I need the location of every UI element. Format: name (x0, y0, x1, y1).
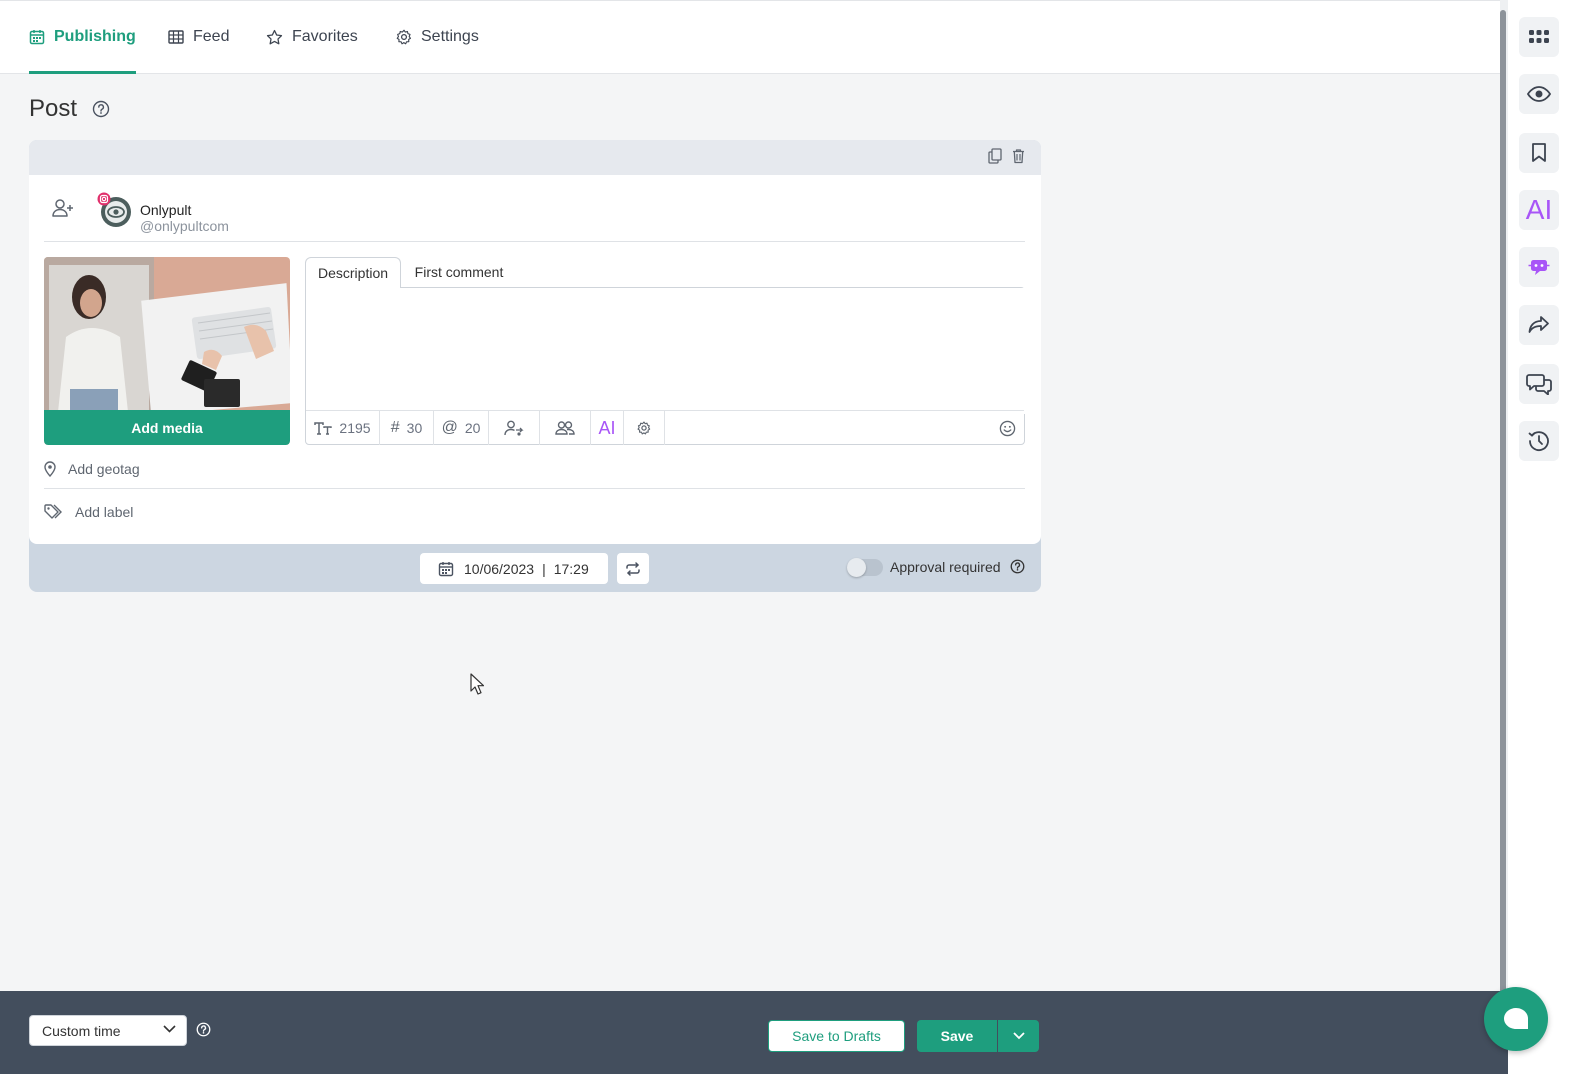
divider (44, 488, 1025, 489)
save-options-button[interactable] (998, 1020, 1039, 1052)
user-tag-icon (504, 420, 524, 436)
add-media-button[interactable]: Add media (44, 410, 290, 445)
toggle-knob (847, 558, 866, 577)
schedule-date-picker[interactable]: 10/06/2023 | 17:29 (420, 553, 608, 584)
bookmarks-button[interactable] (1519, 133, 1559, 173)
tab-description[interactable]: Description (305, 257, 401, 288)
eye-icon (1527, 86, 1551, 102)
save-to-drafts-button[interactable]: Save to Drafts (768, 1020, 905, 1052)
char-counter[interactable]: 2195 (306, 411, 380, 445)
grid-icon (168, 29, 184, 45)
tab-first-comment[interactable]: First comment (404, 257, 514, 287)
add-account-icon[interactable] (52, 198, 74, 218)
tab-settings[interactable]: Settings (396, 1, 479, 73)
add-geotag-label: Add geotag (68, 461, 140, 477)
repeat-button[interactable] (617, 553, 649, 584)
share-icon (1528, 316, 1550, 334)
tag-user-button[interactable] (489, 411, 540, 445)
text-size-icon (314, 421, 333, 435)
account-avatar[interactable] (96, 192, 132, 228)
chevron-down-icon (1012, 1032, 1025, 1040)
add-label-label: Add label (75, 504, 134, 520)
chatbot-icon (1528, 257, 1550, 277)
mouse-cursor-icon (470, 673, 484, 695)
gear-icon (396, 29, 412, 45)
add-geotag-link[interactable]: Add geotag (44, 461, 140, 477)
schedule-time: 17:29 (553, 560, 589, 577)
date-time-separator: | (542, 560, 546, 577)
history-button[interactable] (1519, 421, 1559, 461)
repeat-icon (625, 561, 641, 577)
comments-icon (1526, 373, 1552, 395)
hashtag-icon: # (390, 419, 400, 436)
apps-grid-icon (1529, 30, 1549, 44)
users-icon (555, 420, 575, 436)
time-mode-value: Custom time (42, 1022, 121, 1039)
schedule-date: 10/06/2023 (464, 560, 535, 577)
tab-feed[interactable]: Feed (168, 1, 229, 73)
add-label-link[interactable]: Add label (44, 504, 133, 520)
calendar-icon (29, 29, 45, 45)
card-body: Onlypult @onlypultcom Add media Descript… (29, 175, 1041, 544)
approval-toggle[interactable] (847, 558, 883, 577)
page-title: Post (29, 95, 78, 122)
tab-label: Settings (421, 28, 479, 45)
star-icon (266, 29, 283, 46)
share-button[interactable] (1519, 305, 1559, 345)
scrollbar-thumb[interactable] (1500, 10, 1506, 1050)
gear-icon (637, 421, 651, 435)
time-mode-select[interactable]: Custom time (29, 1015, 187, 1046)
hashtag-count: 30 (406, 420, 423, 436)
save-button[interactable]: Save (917, 1020, 997, 1052)
apps-button[interactable] (1519, 17, 1559, 57)
trash-icon[interactable] (1012, 148, 1025, 164)
scrollbar[interactable] (1500, 0, 1508, 1074)
editor-toolbar: 2195 # 30 @ 20 AI (306, 410, 1024, 445)
collaborators-button[interactable] (540, 411, 591, 445)
at-icon: @ (441, 419, 458, 436)
history-icon (1528, 430, 1550, 452)
emoji-icon (999, 420, 1016, 437)
description-editor: 2195 # 30 @ 20 AI (305, 287, 1028, 445)
tab-label: Feed (193, 28, 230, 45)
comments-button[interactable] (1519, 364, 1559, 404)
copy-icon[interactable] (988, 148, 1002, 164)
account-handle: @onlypultcom (140, 218, 229, 234)
char-count: 2195 (339, 420, 371, 436)
support-chat-button[interactable] (1484, 987, 1548, 1051)
hashtag-counter[interactable]: # 30 (380, 411, 434, 445)
post-card: Onlypult @onlypultcom Add media Descript… (29, 140, 1041, 592)
ai-button[interactable]: AI (1519, 190, 1559, 230)
mention-count: 20 (464, 420, 481, 436)
preview-button[interactable] (1519, 74, 1559, 114)
tab-label: Favorites (292, 28, 358, 45)
tag-icon (44, 504, 63, 520)
ai-assistant-button[interactable]: AI (591, 411, 624, 445)
description-textarea[interactable] (306, 288, 1028, 414)
time-mode-help-icon[interactable] (196, 1022, 211, 1037)
approval-help-icon[interactable] (1010, 559, 1025, 574)
footer-bar: Custom time Save to Drafts Save (0, 991, 1508, 1074)
card-header (29, 140, 1041, 175)
tab-favorites[interactable]: Favorites (266, 1, 358, 73)
right-rail: AI (1508, 0, 1572, 1074)
account-name: Onlypult (140, 202, 192, 218)
chevron-down-icon (163, 1025, 176, 1033)
location-pin-icon (44, 461, 56, 477)
bookmark-icon (1531, 143, 1547, 163)
help-icon[interactable] (92, 100, 110, 118)
divider (44, 241, 1025, 242)
chatbot-button[interactable] (1519, 247, 1559, 287)
media-thumbnail[interactable]: Add media (44, 257, 290, 445)
tab-label: Publishing (54, 28, 136, 45)
tab-publishing[interactable]: Publishing (29, 1, 136, 74)
emoji-button[interactable] (990, 411, 1024, 445)
calendar-icon (438, 561, 454, 577)
mention-counter[interactable]: @ 20 (434, 411, 489, 445)
top-nav: Publishing Feed Favorites Settings (0, 0, 1500, 74)
approval-label: Approval required (890, 559, 1001, 575)
editor-settings-button[interactable] (624, 411, 665, 445)
chat-bubble-icon (1502, 1006, 1530, 1032)
